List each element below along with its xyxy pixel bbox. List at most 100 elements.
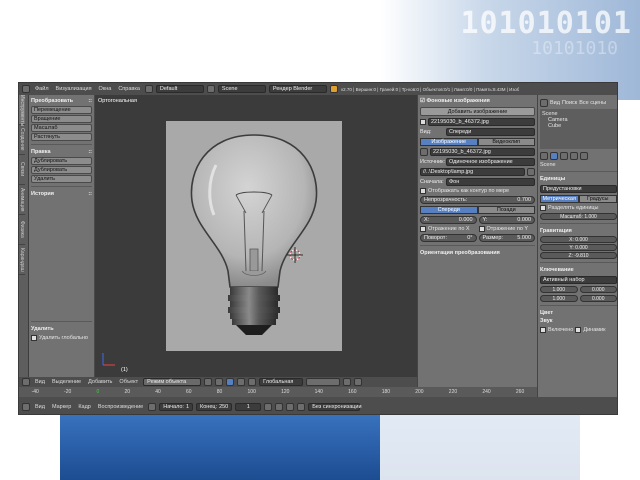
tab-animation[interactable]: Анимация <box>19 185 25 215</box>
transform-orientation-header[interactable]: Ориентация преобразования <box>420 249 535 257</box>
3d-cursor-icon[interactable] <box>285 245 305 265</box>
time-field-4[interactable]: 0.000 <box>579 295 617 302</box>
time-field-2[interactable]: 0.000 <box>579 286 617 293</box>
use-global-row[interactable]: Удалить глобально <box>31 335 92 341</box>
translate-manip-icon[interactable] <box>237 378 246 386</box>
gravity-x-field[interactable]: X: 0.000 <box>540 236 617 243</box>
start-frame-field[interactable]: Начало: 1 <box>159 402 194 411</box>
gravity-y-field[interactable]: Y: 0.000 <box>540 244 617 251</box>
scale-button[interactable]: Масштаб <box>31 124 92 132</box>
separate-units-row[interactable]: Разделять единицы <box>540 205 617 211</box>
draw-order-select[interactable]: Фон <box>446 178 535 186</box>
jump-start-icon[interactable] <box>264 402 273 411</box>
history-panel-header[interactable]: История:: <box>31 190 92 198</box>
menu-marker[interactable]: Маркер <box>50 404 73 410</box>
shading-icon[interactable] <box>204 378 213 386</box>
drag-handle-icon[interactable]: :: <box>88 98 92 104</box>
audio-header[interactable]: Звук <box>540 317 617 325</box>
tab-relations[interactable]: Связи <box>19 155 25 185</box>
play-icon[interactable] <box>286 402 295 411</box>
gravity-z-field[interactable]: Z: -9.810 <box>540 252 617 259</box>
editor-type-icon[interactable] <box>22 402 30 411</box>
add-image-button[interactable]: Добавить изображение <box>420 107 535 116</box>
outliner-search-menu[interactable]: Поиск <box>562 100 577 106</box>
render-preview-icon[interactable] <box>354 378 363 386</box>
front-button[interactable]: Спереди <box>420 206 478 214</box>
menu-window[interactable]: Окна <box>97 86 114 92</box>
scene-tab-icon[interactable] <box>550 152 558 160</box>
duplicate-linked-button[interactable]: Дублировать связанный <box>31 166 92 174</box>
offset-x-field[interactable]: X: 0.000 <box>420 216 477 224</box>
units-header[interactable]: Единицы <box>540 175 617 183</box>
image-entry-name[interactable]: 22195030_b_46372.jpg <box>428 118 535 126</box>
flip-x-checkbox[interactable] <box>420 226 426 232</box>
world-tab-icon[interactable] <box>560 152 568 160</box>
drag-handle-icon[interactable]: :: <box>88 191 92 197</box>
drag-handle-icon[interactable]: :: <box>88 149 92 155</box>
image-path-field[interactable]: //..\Desktop\lamp.jpg <box>420 168 525 176</box>
jump-end-icon[interactable] <box>297 402 306 411</box>
end-frame-field[interactable]: Конец: 250 <box>196 402 233 411</box>
timeline-ruler[interactable]: -40 -20 0 20 40 60 80 100 120 140 160 18… <box>19 387 537 397</box>
image-visible-checkbox[interactable] <box>420 119 426 125</box>
size-field[interactable]: Размер: 5.000 <box>478 234 535 242</box>
gravity-header[interactable]: Гравитация <box>540 227 617 235</box>
material-tab-icon[interactable] <box>580 152 588 160</box>
snap-icon[interactable] <box>343 378 352 386</box>
delete-button[interactable]: Удалить <box>31 175 92 183</box>
use-global-checkbox[interactable] <box>31 335 37 341</box>
menu-render[interactable]: Визуализация <box>54 86 94 92</box>
metric-button[interactable]: Метрическая <box>540 195 579 203</box>
offset-y-field[interactable]: Y: 0.000 <box>478 216 535 224</box>
time-field-3[interactable]: 1.000 <box>540 295 578 302</box>
rotation-field[interactable]: Поворот: 0° <box>420 234 477 242</box>
back-button[interactable]: Позади <box>477 206 535 214</box>
duplicate-button[interactable]: Дублировать <box>31 157 92 165</box>
layout-select[interactable]: Default <box>155 85 204 93</box>
rotate-manip-icon[interactable] <box>248 378 257 386</box>
tab-tools[interactable]: Инструменты <box>19 95 25 126</box>
render-engine-select[interactable]: Рендер Blender <box>268 85 327 93</box>
time-field-1[interactable]: 1.000 <box>540 286 578 293</box>
render-tab-icon[interactable] <box>540 152 548 160</box>
menu-file[interactable]: Файл <box>33 86 51 92</box>
edit-panel-header[interactable]: Правка:: <box>31 148 92 156</box>
units-preset-select[interactable]: Предустановки <box>540 185 617 193</box>
color-header[interactable]: Цвет <box>540 309 617 317</box>
editor-type-icon[interactable] <box>22 378 30 386</box>
mode-select[interactable]: Режим объекта <box>143 378 202 386</box>
tab-grease-pencil[interactable]: Карандаш <box>19 245 25 275</box>
source-clip-button[interactable]: Видеоклип <box>477 138 535 146</box>
manipulator-icon[interactable] <box>226 378 235 386</box>
rotate-button[interactable]: Вращение <box>31 115 92 123</box>
opacity-slider[interactable]: Непрозрачность: 0.700 <box>420 196 535 204</box>
editor-type-icon[interactable] <box>540 99 548 107</box>
scene-select[interactable]: Scene <box>217 85 266 93</box>
source-select[interactable]: Одиночное изображение <box>446 158 535 166</box>
image-file-select[interactable]: 22195030_b_46372.jpg <box>430 148 535 156</box>
folder-icon[interactable] <box>527 168 535 176</box>
flip-y-checkbox[interactable] <box>478 226 485 232</box>
sync-select[interactable]: Без синхронизации <box>308 402 362 411</box>
orientation-select[interactable]: Глобальная <box>259 378 304 386</box>
menu-playback[interactable]: Воспроизведение <box>96 404 145 410</box>
pivot-icon[interactable] <box>215 378 224 386</box>
tab-physics[interactable]: Физика <box>19 215 25 245</box>
transform-panel-header[interactable]: Преобразовать:: <box>31 97 92 105</box>
outliner-item-cube[interactable]: Cube <box>542 123 615 129</box>
axis-select[interactable]: Спереди <box>446 128 535 136</box>
speaker-checkbox[interactable] <box>575 327 582 333</box>
3d-viewport[interactable]: Ортогональная (1) <box>95 95 417 377</box>
layers-icon[interactable] <box>306 378 341 386</box>
current-frame-field[interactable]: 1 <box>235 402 262 411</box>
object-tab-icon[interactable] <box>570 152 578 160</box>
menu-view[interactable]: Вид <box>33 404 47 410</box>
image-entry-row[interactable]: 22195030_b_46372.jpg <box>420 118 535 126</box>
menu-add[interactable]: Добавить <box>86 379 114 385</box>
outliner-view-menu[interactable]: Вид <box>550 100 560 106</box>
keying-set-select[interactable]: Активный набор <box>540 276 617 284</box>
delete-panel-header[interactable]: Удалить <box>31 325 92 333</box>
source-image-button[interactable]: Изображение <box>420 138 478 146</box>
translate-button[interactable]: Перемещение <box>31 106 92 114</box>
show-expanded-checkbox[interactable] <box>420 188 426 194</box>
